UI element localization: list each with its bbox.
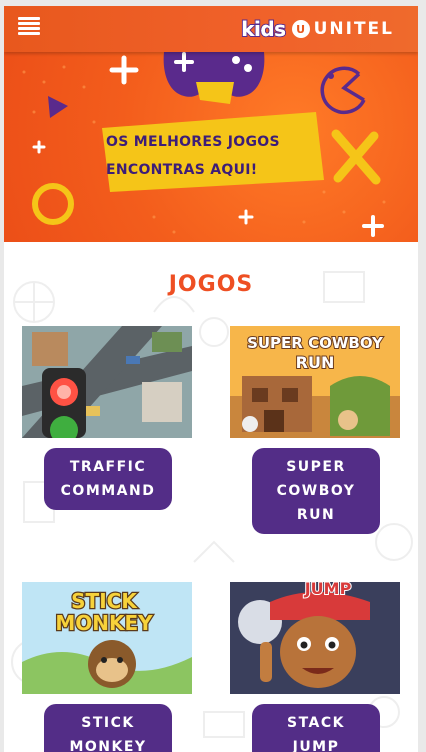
kids-unitel-logo[interactable]: kids U UNITEL xyxy=(240,14,394,44)
logo-unitel-text: UNITEL xyxy=(313,19,394,39)
gamepad-icon xyxy=(163,52,265,104)
unitel-mark-icon: U xyxy=(291,20,310,38)
game-title-line: STICK xyxy=(81,715,135,731)
game-title-line: RUN xyxy=(296,507,336,523)
plus-icon xyxy=(109,55,139,85)
game-button-super-cowboy-run[interactable]: SUPER COWBOY RUN xyxy=(252,448,380,534)
game-card-traffic-command[interactable]: TRAFFIC COMMAND xyxy=(22,326,192,516)
games-section: JOGOS TRAFFIC COMMAND SUPER COWBOY RUN S… xyxy=(4,242,418,752)
triangle-icon xyxy=(48,96,68,118)
game-card-stick-monkey[interactable]: STICK MONKEY STICK MONKEY xyxy=(22,582,192,752)
banner-headline: OS MELHORES JOGOS ENCONTRAS AQUI! xyxy=(100,127,326,191)
game-title-line: COMMAND xyxy=(60,483,156,499)
game-thumbnail-traffic-command[interactable] xyxy=(22,326,192,438)
app-window: kids U UNITEL OS MELHORES JOGOS ENCONTRA… xyxy=(4,6,418,752)
thumb-title-monkey: MONKEY xyxy=(55,611,153,635)
top-bar: kids U UNITEL xyxy=(4,6,418,52)
game-card-stack-jump[interactable]: JUMP STACK JUMP xyxy=(230,582,400,752)
game-thumbnail-stack-jump[interactable]: JUMP xyxy=(230,582,400,694)
banner-line-1: OS MELHORES JOGOS xyxy=(106,134,280,150)
thumb-title-jump: JUMP xyxy=(304,582,352,598)
game-title-line: MONKEY xyxy=(69,739,147,752)
game-button-stick-monkey[interactable]: STICK MONKEY xyxy=(44,704,172,752)
thumb-title-cowboy: SUPER COWBOY xyxy=(247,334,384,352)
game-title-line: TRAFFIC xyxy=(69,459,147,475)
thumb-title-stick: STICK xyxy=(71,589,138,613)
logo-kids-text: kids xyxy=(240,16,287,42)
game-title-line: JUMP xyxy=(292,739,340,752)
hamburger-menu-icon[interactable] xyxy=(18,17,40,35)
game-title-line: COWBOY xyxy=(276,483,356,499)
game-button-traffic-command[interactable]: TRAFFIC COMMAND xyxy=(44,448,172,510)
game-thumbnail-stick-monkey[interactable]: STICK MONKEY xyxy=(22,582,192,694)
thumb-title-cowboy-run: RUN xyxy=(296,353,335,372)
section-title: JOGOS xyxy=(168,272,254,297)
x-shape-icon xyxy=(331,129,381,185)
hero-banner: OS MELHORES JOGOS ENCONTRAS AQUI! xyxy=(4,52,418,242)
game-card-super-cowboy-run[interactable]: SUPER COWBOY RUN SUPER COWBOY RUN xyxy=(230,326,400,536)
ring-icon xyxy=(32,183,74,225)
game-title-line: STACK xyxy=(286,715,345,731)
game-button-stack-jump[interactable]: STACK JUMP xyxy=(252,704,380,752)
game-thumbnail-super-cowboy-run[interactable]: SUPER COWBOY RUN xyxy=(230,326,400,438)
banner-line-2: ENCONTRAS AQUI! xyxy=(106,162,258,178)
game-title-line: SUPER xyxy=(286,459,346,475)
